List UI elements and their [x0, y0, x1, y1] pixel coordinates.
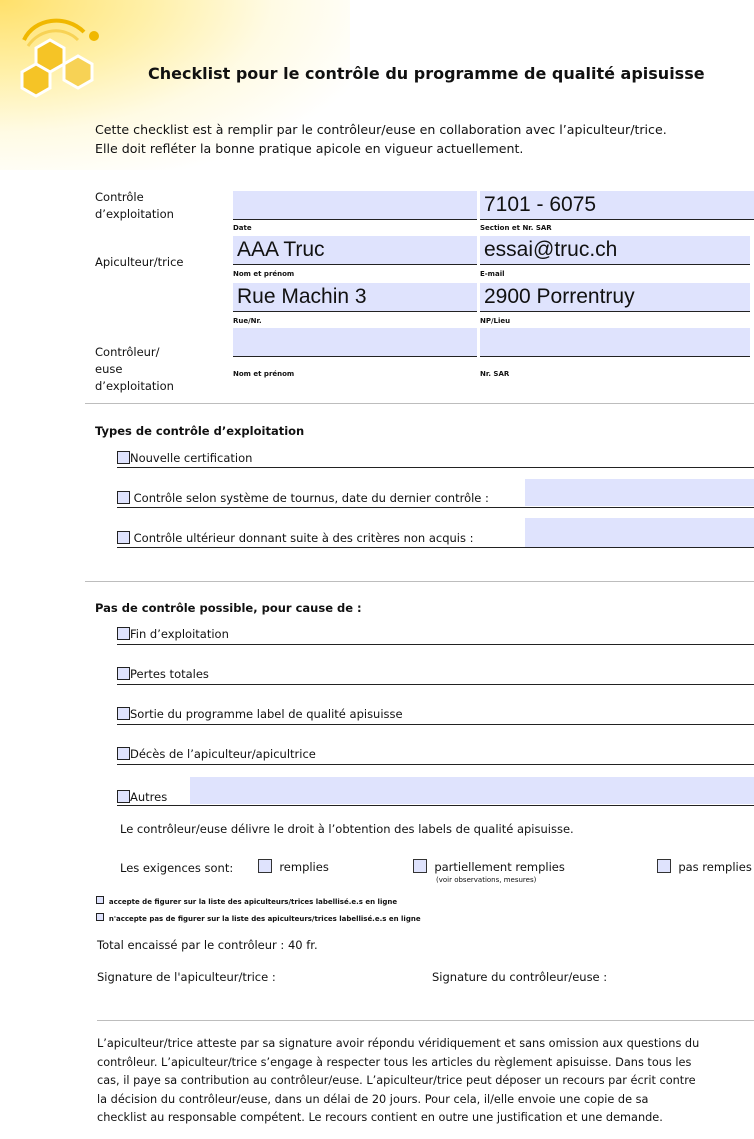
liste-accepte[interactable]: accepte de figurer sur la liste des apic… [96, 896, 397, 906]
checkbox[interactable] [657, 859, 671, 873]
droit-text: Le contrôleur/euse délivre le droit à l’… [120, 822, 574, 836]
date-dernier-controle-field[interactable] [525, 479, 754, 506]
email-field[interactable]: essai@truc.ch [480, 236, 750, 265]
checkbox[interactable] [117, 491, 130, 504]
underline [117, 507, 754, 508]
controleur-name-field[interactable] [233, 328, 477, 357]
intro-line-1: Cette checklist est à remplir par le con… [95, 122, 667, 137]
criteres-field[interactable] [525, 518, 754, 547]
controleur-label: Contrôleur/ euse d’exploitation [95, 345, 174, 393]
underline [117, 547, 754, 548]
intro-line-2: Elle doit refléter la bonne pratique api… [95, 141, 524, 156]
underline [117, 724, 754, 725]
checkbox[interactable] [413, 859, 427, 873]
underline [117, 467, 754, 468]
cause-autres[interactable]: Autres [117, 790, 167, 804]
final-paragraph: L’apiculteur/trice atteste par sa signat… [97, 1037, 700, 1124]
types-heading: Types de contrôle d’exploitation [95, 424, 305, 438]
checkbox[interactable] [117, 627, 130, 640]
apiculteur-name-caption: Nom et prénom [233, 270, 295, 278]
controleur-name-caption: Nom et prénom [233, 370, 295, 378]
section-sar-caption: Section et Nr. SAR [480, 224, 552, 232]
intro-text: Cette checklist est à remplir par le con… [95, 120, 745, 158]
street-field[interactable]: Rue Machin 3 [233, 283, 477, 312]
checkbox[interactable] [117, 451, 130, 464]
checkbox[interactable] [117, 707, 130, 720]
controleur-sar-caption: Nr. SAR [480, 370, 510, 378]
city-field[interactable]: 2900 Porrentruy [480, 283, 750, 312]
underline [117, 644, 754, 645]
apiculteur-label: Apiculteur/trice [95, 255, 184, 269]
cause-fin-exploitation[interactable]: Fin d’exploitation [117, 627, 229, 641]
underline [117, 805, 754, 806]
type-tournus[interactable]: Contrôle selon système de tournus, date … [117, 491, 489, 505]
checkbox[interactable] [117, 667, 130, 680]
type-controle-ulterieur[interactable]: Contrôle ultérieur donnant suite à des c… [117, 531, 474, 545]
checkbox[interactable] [96, 896, 104, 904]
exigences-partiellement[interactable]: partiellement remplies [413, 859, 565, 874]
signature-controleur-label: Signature du contrôleur/euse : [432, 970, 608, 984]
checkbox[interactable] [117, 790, 130, 803]
divider [97, 1020, 754, 1021]
checkbox[interactable] [117, 747, 130, 760]
apiculteur-name-field[interactable]: AAA Truc [233, 236, 477, 265]
checkbox[interactable] [96, 913, 104, 921]
checkbox[interactable] [258, 859, 272, 873]
date-caption: Date [233, 224, 252, 232]
exigences-label: Les exigences sont: [120, 861, 234, 875]
exigences-remplies[interactable]: remplies [258, 859, 329, 874]
date-field[interactable] [233, 191, 477, 220]
signature-apiculteur-label: Signature de l'apiculteur/trice : [97, 970, 276, 984]
pas-controle-heading: Pas de contrôle possible, pour cause de … [95, 601, 362, 615]
street-caption: Rue/Nr. [233, 317, 262, 325]
underline [117, 764, 754, 765]
page-title: Checklist pour le contrôle du programme … [148, 64, 705, 83]
underline [117, 684, 754, 685]
section-sar-field[interactable]: 7101 - 6075 [480, 191, 754, 220]
divider [85, 581, 754, 582]
autres-field[interactable] [190, 777, 754, 804]
apisuisse-logo-icon [20, 18, 99, 98]
checkbox[interactable] [117, 531, 130, 544]
cause-sortie-programme[interactable]: Sortie du programme label de qualité api… [117, 707, 403, 721]
divider [85, 403, 754, 404]
city-caption: NP/Lieu [480, 317, 511, 325]
exigences-pas-remplies[interactable]: pas remplies [657, 859, 752, 874]
cause-pertes-totales[interactable]: Pertes totales [117, 667, 209, 681]
exigences-note: (voir observations, mesures) [436, 876, 537, 884]
type-nouvelle-certification[interactable]: Nouvelle certification [117, 451, 252, 465]
exploitation-label: Contrôle d’exploitation [95, 190, 174, 221]
cause-deces[interactable]: Décès de l’apiculteur/apicultrice [117, 747, 316, 761]
controleur-sar-field[interactable] [480, 328, 750, 357]
liste-refuse[interactable]: n'accepte pas de figurer sur la liste de… [96, 913, 421, 923]
email-caption: E-mail [480, 270, 505, 278]
total-encaisse: Total encaissé par le contrôleur : 40 fr… [97, 938, 318, 952]
